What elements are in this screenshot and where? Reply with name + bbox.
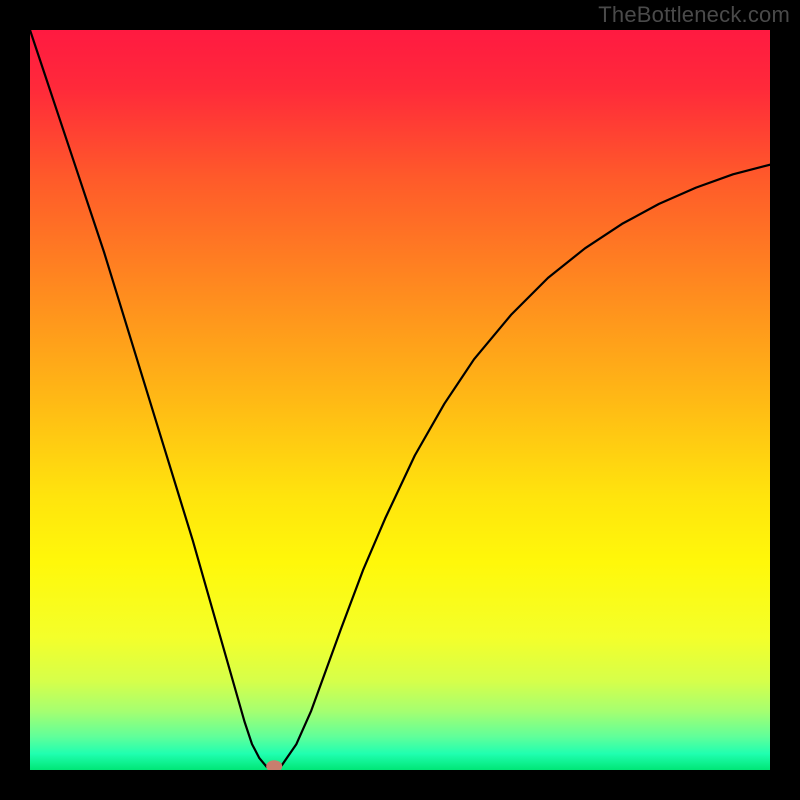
plot-area [30,30,770,770]
watermark-text: TheBottleneck.com [598,2,790,28]
chart-svg [30,30,770,770]
chart-frame: TheBottleneck.com [0,0,800,800]
gradient-background [30,30,770,770]
